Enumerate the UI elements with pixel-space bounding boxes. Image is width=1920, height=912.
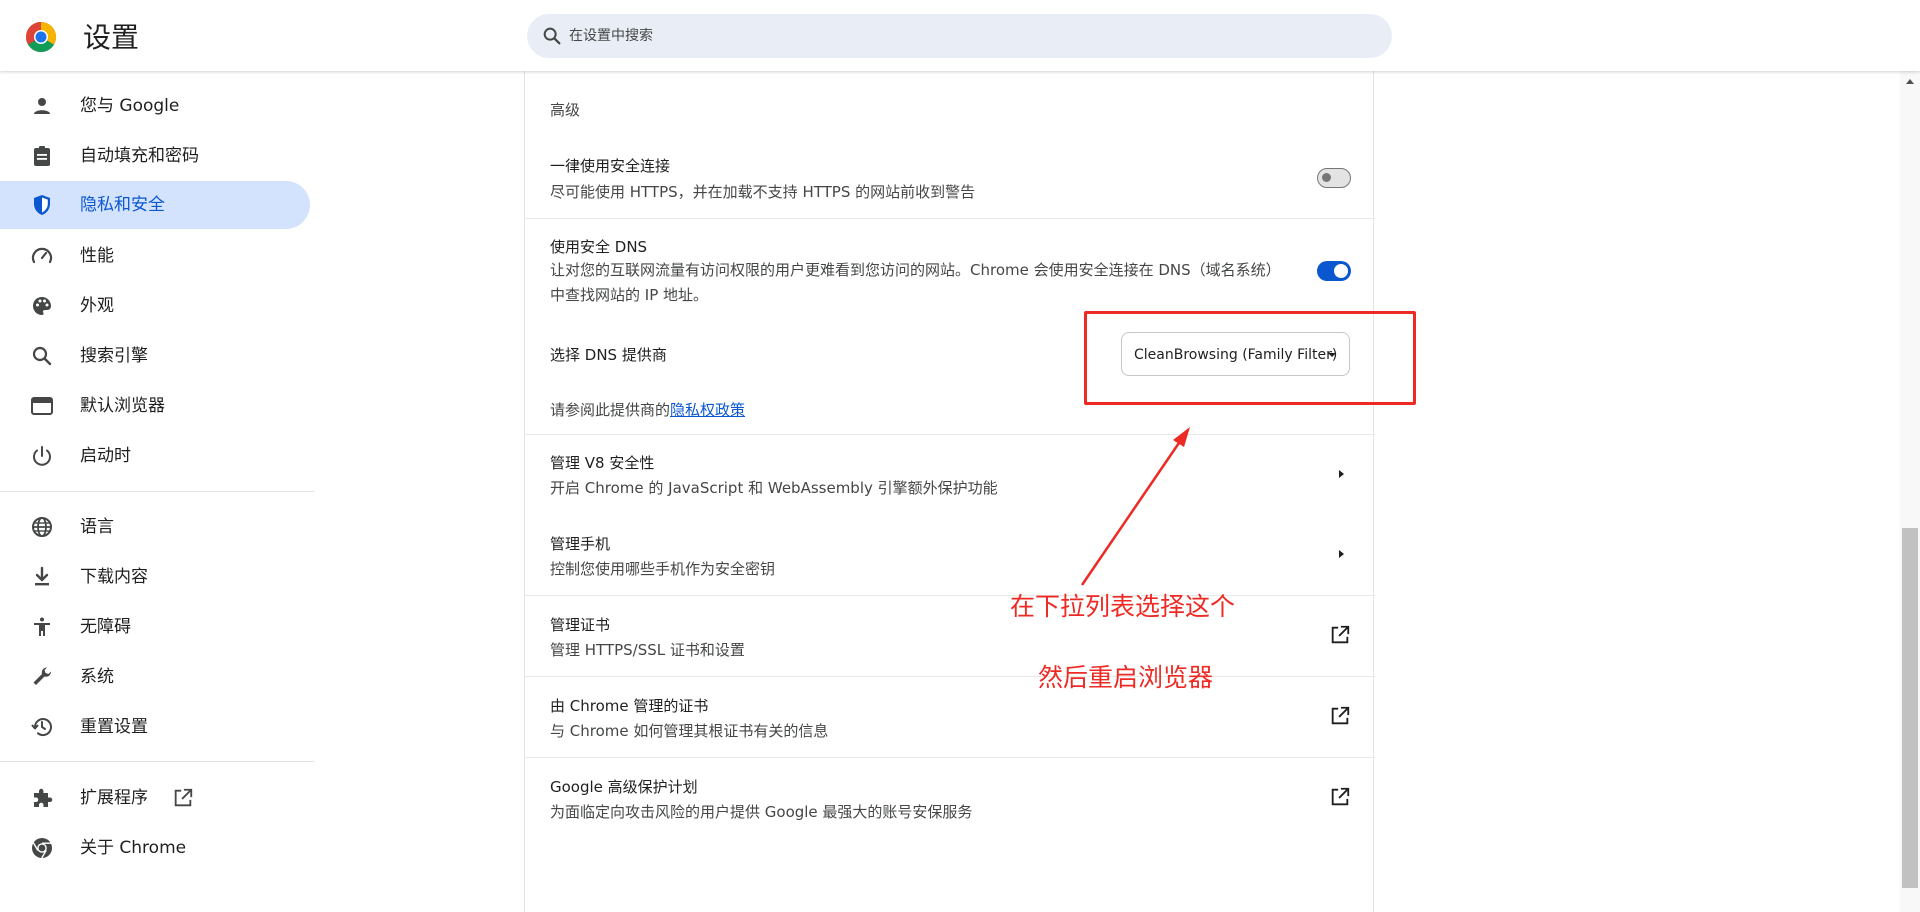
open-in-new-icon (1331, 787, 1350, 806)
row-description: 尽可能使用 HTTPS，并在加载不支持 HTTPS 的网站前收到警告 (550, 183, 976, 201)
row-description: 开启 Chrome 的 JavaScript 和 WebAssembly 引擎额… (550, 479, 998, 497)
row-title: 管理 V8 安全性 (550, 454, 655, 472)
speedometer-icon (31, 247, 53, 264)
row-title: 使用安全 DNS (550, 238, 648, 256)
power-icon (33, 446, 51, 466)
search-icon (32, 346, 52, 366)
sidebar-item-label: 性能 (80, 246, 114, 266)
section-title: 高级 (550, 101, 581, 119)
annotation-text-line1: 在下拉列表选择这个 (1010, 592, 1236, 621)
arrow-right-icon (1339, 550, 1344, 558)
download-icon (35, 566, 49, 586)
scrollbar-thumb[interactable] (1902, 528, 1918, 888)
open-in-new-icon (1331, 625, 1350, 644)
row-title: 一律使用安全连接 (550, 157, 671, 175)
puzzle-icon (34, 788, 53, 807)
sidebar-item-label: 关于 Chrome (80, 838, 187, 858)
sidebar-item-reset-settings[interactable]: 重置设置 (0, 703, 310, 751)
settings-card: 高级 一律使用安全连接 尽可能使用 HTTPS，并在加载不支持 HTTPS 的网… (524, 71, 1375, 912)
sidebar-item-privacy-security[interactable]: 隐私和安全 (0, 181, 310, 229)
sidebar-item-label: 启动时 (80, 446, 131, 466)
palette-icon (33, 297, 51, 315)
privacy-policy-link[interactable]: 隐私权政策 (670, 401, 745, 419)
row-title: 由 Chrome 管理的证书 (550, 697, 709, 715)
sidebar-nav: 您与 Google 自动填充和密码 隐私和安全 性能 外观 搜索引擎 默认浏览器… (0, 71, 314, 912)
sidebar-item-label: 重置设置 (80, 717, 148, 737)
sidebar-item-autofill[interactable]: 自动填充和密码 (0, 132, 310, 180)
sidebar-item-performance[interactable]: 性能 (0, 232, 310, 280)
sidebar-item-label: 搜索引擎 (80, 346, 148, 366)
open-in-new-icon (1331, 706, 1350, 725)
sidebar-divider (0, 761, 314, 762)
browser-window-icon (31, 397, 53, 415)
row-description: 让对您的互联网流量有访问权限的用户更难看到您访问的网站。Chrome 会使用安全… (550, 261, 1281, 304)
annotation-text-line2: 然后重启浏览器 (1038, 663, 1214, 692)
globe-icon (32, 517, 52, 537)
sidebar-item-you-and-google[interactable]: 您与 Google (0, 82, 310, 130)
row-description: 为面临定向攻击风险的用户提供 Google 最强大的账号安保服务 (550, 803, 973, 821)
settings-search-bar[interactable]: 在设置中搜索 (527, 14, 1392, 58)
row-description: 管理 HTTPS/SSL 证书和设置 (550, 641, 745, 659)
sidebar-item-languages[interactable]: 语言 (0, 503, 310, 551)
sidebar-item-label: 下载内容 (80, 567, 148, 587)
row-title: 管理证书 (550, 616, 611, 634)
row-divider (525, 757, 1375, 758)
sidebar-item-on-startup[interactable]: 启动时 (0, 432, 310, 480)
clipboard-icon (34, 146, 50, 166)
row-description: 控制您使用哪些手机作为安全密钥 (550, 560, 776, 578)
sidebar-item-label: 您与 Google (80, 96, 180, 116)
open-in-new-icon (174, 788, 193, 807)
sidebar-item-label: 系统 (80, 667, 114, 687)
sidebar-item-default-browser[interactable]: 默认浏览器 (0, 382, 310, 430)
search-input[interactable]: 在设置中搜索 (569, 14, 653, 58)
sidebar-item-accessibility[interactable]: 无障碍 (0, 603, 310, 651)
row-divider (525, 595, 1375, 596)
row-divider (525, 434, 1375, 435)
sidebar-item-downloads[interactable]: 下载内容 (0, 553, 310, 601)
history-icon (31, 718, 52, 737)
privacy-policy-line: 请参阅此提供商的隐私权政策 (550, 399, 745, 420)
chrome-icon (32, 838, 52, 859)
sidebar-item-appearance[interactable]: 外观 (0, 282, 310, 330)
sidebar-item-label: 扩展程序 (80, 788, 148, 808)
secure-dns-toggle[interactable] (1317, 261, 1351, 281)
settings-header: 设置 在设置中搜索 (0, 0, 1920, 71)
row-divider (525, 676, 1375, 677)
shield-icon (34, 195, 50, 215)
sidebar-item-label: 自动填充和密码 (80, 146, 199, 166)
scroll-up-arrow-icon[interactable] (1906, 79, 1914, 84)
sidebar-item-label: 外观 (80, 296, 114, 316)
person-icon (34, 98, 50, 114)
chrome-logo-icon (25, 21, 57, 53)
row-divider (525, 218, 1375, 219)
sidebar-item-label: 默认浏览器 (80, 396, 165, 416)
annotation-highlight-box (1084, 311, 1416, 405)
privacy-policy-prefix: 请参阅此提供商的 (550, 401, 671, 419)
row-description: 与 Chrome 如何管理其根证书有关的信息 (550, 722, 829, 740)
accessibility-icon (34, 617, 50, 636)
row-title: Google 高级保护计划 (550, 778, 698, 796)
sidebar-item-search-engine[interactable]: 搜索引擎 (0, 332, 310, 380)
row-title: 管理手机 (550, 535, 611, 553)
sidebar-item-label: 隐私和安全 (80, 195, 165, 215)
page-scrollbar[interactable] (1900, 71, 1920, 912)
page-title: 设置 (83, 21, 140, 54)
toggle-knob (1334, 264, 1348, 278)
sidebar-item-label: 无障碍 (80, 617, 131, 637)
wrench-icon (33, 667, 52, 685)
dns-provider-label: 选择 DNS 提供商 (550, 346, 667, 364)
arrow-right-icon (1339, 470, 1344, 478)
sidebar-item-label: 语言 (80, 517, 114, 537)
toggle-knob (1322, 173, 1331, 182)
sidebar-divider (0, 491, 314, 492)
https-only-toggle[interactable] (1317, 168, 1351, 188)
sidebar-item-about-chrome[interactable]: 关于 Chrome (0, 824, 310, 872)
sidebar-item-system[interactable]: 系统 (0, 653, 310, 701)
sidebar-item-extensions[interactable]: 扩展程序 (0, 774, 310, 822)
search-icon (543, 27, 561, 45)
